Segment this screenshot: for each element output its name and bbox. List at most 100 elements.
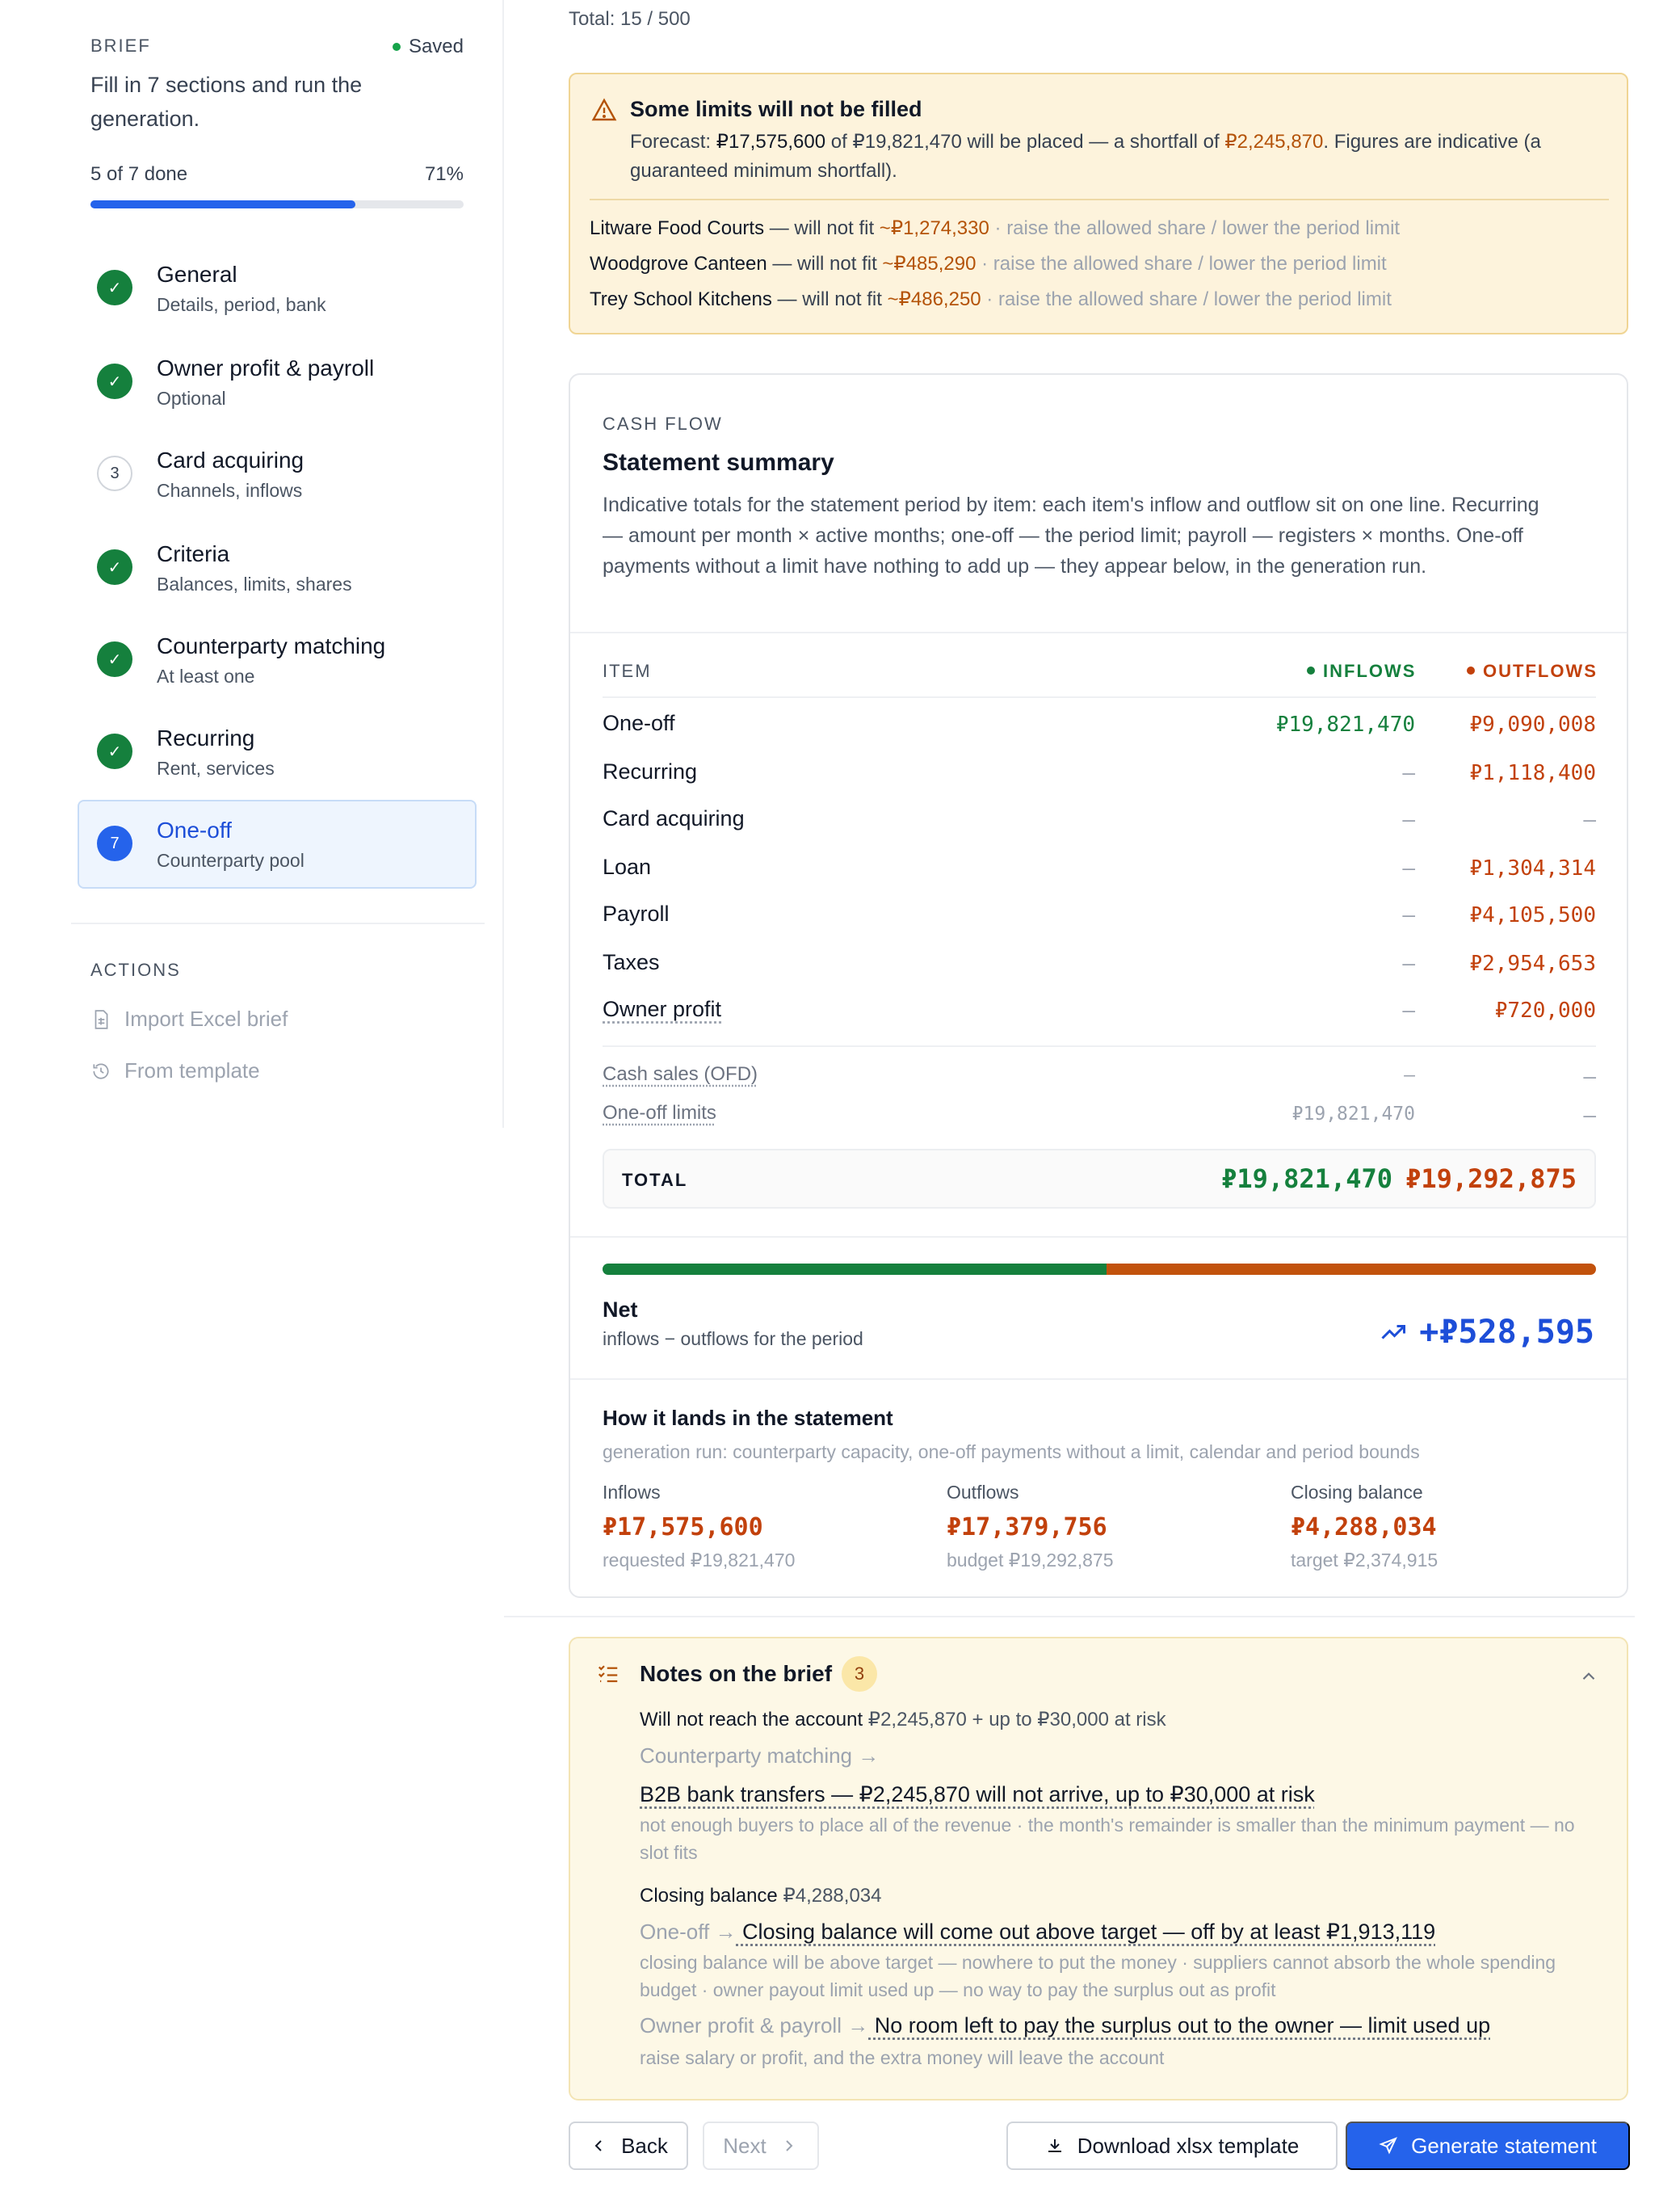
row-outflow: — xyxy=(1583,1065,1596,1089)
import-excel-label: Import Excel brief xyxy=(124,1007,288,1031)
warning-row: Woodgrove Canteen — will not fit ~₽485,2… xyxy=(590,252,1387,275)
note-main-text: One-off → Closing balance will come out … xyxy=(640,1920,1435,1945)
note-heading-label: Closing balance xyxy=(640,1885,778,1907)
total-label: TOTAL xyxy=(622,1170,688,1190)
warning-row-hint: · raise the allowed share / lower the pe… xyxy=(981,288,1392,310)
divider xyxy=(603,1045,1596,1047)
table-row: Taxes — ₽2,954,653 xyxy=(603,950,1596,982)
total-outflows: ₽19,292,875 xyxy=(1405,1163,1577,1194)
warning-row: Litware Food Courts — will not fit ~₽1,2… xyxy=(590,217,1400,240)
row-outflow: ₽1,304,314 xyxy=(1469,856,1596,881)
next-button[interactable]: Next xyxy=(703,2122,819,2170)
row-item: Owner profit xyxy=(603,997,722,1021)
net-subtitle: inflows − outflows for the period xyxy=(603,1328,863,1349)
row-inflow: ₽19,821,470 xyxy=(1275,713,1415,737)
step-card-acquiring[interactable]: 3 Card acquiring Channels, inflows xyxy=(78,430,477,519)
step-recurring[interactable]: ✓ Recurring Rent, services xyxy=(78,708,477,797)
brief-description: Fill in 7 sections and run the generatio… xyxy=(90,73,363,131)
row-inflow: ₽19,821,470 xyxy=(1292,1104,1415,1125)
table-row: One-off ₽19,821,470 ₽9,090,008 xyxy=(603,711,1596,743)
progress-bar-fill xyxy=(90,200,356,208)
step-one-off[interactable]: 7 One-off Counterparty pool xyxy=(78,800,477,889)
divider xyxy=(603,696,1596,698)
sidebar-divider xyxy=(71,923,485,924)
history-icon xyxy=(93,1062,109,1079)
row-inflow: — xyxy=(1404,1065,1415,1086)
progress-bar xyxy=(90,200,464,208)
generate-statement-button[interactable]: Generate statement xyxy=(1346,2122,1630,2170)
lands-sub: budget ₽19,292,875 xyxy=(947,1550,1114,1571)
lands-sub: target ₽2,374,915 xyxy=(1291,1550,1438,1571)
notes-count-badge: 3 xyxy=(842,1656,877,1692)
one-off-link[interactable]: One-off → xyxy=(640,1920,736,1944)
step-counterparty-matching[interactable]: ✓ Counterparty matching At least one xyxy=(78,616,477,704)
net-amount: +₽528,595 xyxy=(1419,1314,1594,1351)
counterparty-name: Woodgrove Canteen xyxy=(590,253,767,275)
step-general[interactable]: ✓ General Details, period, bank xyxy=(78,244,477,333)
owner-profit-payroll-link[interactable]: Owner profit & payroll → xyxy=(640,2013,868,2038)
warning-divider xyxy=(590,199,1609,200)
check-icon: ✓ xyxy=(97,270,132,305)
counterparty-name: Litware Food Courts xyxy=(590,217,765,239)
download-label: Download xlsx template xyxy=(1077,2133,1300,2158)
download-template-button[interactable]: Download xlsx template xyxy=(1006,2122,1338,2170)
brief-label: BRIEF xyxy=(90,36,151,56)
step-number: 3 xyxy=(97,456,132,491)
col-outflows-label: OUTFLOWS xyxy=(1483,661,1598,681)
row-outflow: ₽9,090,008 xyxy=(1469,713,1596,737)
check-icon: ✓ xyxy=(97,549,132,585)
check-icon: ✓ xyxy=(97,364,132,399)
warning-text: Forecast: ₽17,575,600 of ₽19,821,470 wil… xyxy=(630,128,1599,186)
lands-head: Inflows xyxy=(603,1482,661,1503)
note-main-text: B2B bank transfers — ₽2,245,870 will not… xyxy=(640,1782,1315,1807)
lands-value: ₽17,575,600 xyxy=(603,1513,763,1541)
row-item: One-off xyxy=(603,711,675,735)
chevron-right-icon xyxy=(786,2140,793,2151)
summary-description: Indicative totals for the statement peri… xyxy=(603,494,1539,578)
counterparty-matching-link[interactable]: Counterparty matching → xyxy=(640,1743,879,1768)
notes-panel: Notes on the brief 3 Will not reach the … xyxy=(569,1637,1628,2101)
lands-inflows: Inflows ₽17,575,600 requested ₽19,821,47… xyxy=(603,1482,926,1571)
row-item: Cash sales (OFD) xyxy=(603,1063,758,1085)
lands-closing-balance: Closing balance ₽4,288,034 target ₽2,374… xyxy=(1291,1482,1614,1571)
step-owner-profit-payroll[interactable]: ✓ Owner profit & payroll Optional xyxy=(78,338,477,427)
table-row: Loan — ₽1,304,314 xyxy=(603,855,1596,887)
row-outflow: ₽720,000 xyxy=(1494,999,1596,1023)
row-item: Loan xyxy=(603,855,652,879)
net-bar-inflows xyxy=(603,1264,1107,1275)
import-excel-button[interactable]: Import Excel brief xyxy=(90,1007,288,1032)
note-heading: Closing balance ₽4,288,034 xyxy=(640,1884,882,1907)
saved-dot-icon xyxy=(392,43,401,51)
back-button[interactable]: Back xyxy=(569,2122,688,2170)
note-heading: Will not reach the account ₽2,245,870 + … xyxy=(640,1708,1166,1731)
note-main-text-value: Closing balance will come out above targ… xyxy=(736,1920,1436,1944)
table-row: Payroll — ₽4,105,500 xyxy=(603,902,1596,934)
table-row: Recurring — ₽1,118,400 xyxy=(603,759,1596,792)
row-inflow: — xyxy=(1402,808,1415,832)
outflow-dot-icon xyxy=(1467,667,1475,675)
warning-row-text: — will not fit xyxy=(771,288,888,310)
list-checks-icon xyxy=(598,1665,618,1683)
section-divider xyxy=(504,1616,1635,1617)
note-heading-value: ₽4,288,034 xyxy=(777,1885,882,1907)
step-title: Criteria xyxy=(157,541,230,566)
total-counter: Total: 15 / 500 xyxy=(569,8,691,30)
back-label: Back xyxy=(621,2133,668,2158)
actions-label: ACTIONS xyxy=(90,960,181,980)
step-title: Counterparty matching xyxy=(157,633,386,658)
col-inflows-label: INFLOWS xyxy=(1323,661,1417,681)
forecast-placed: ₽17,575,600 xyxy=(716,131,826,153)
from-template-button[interactable]: From template xyxy=(90,1058,260,1083)
cash-flow-label: CASH FLOW xyxy=(603,414,723,434)
step-number: 7 xyxy=(97,826,132,861)
progress-text: 5 of 7 done xyxy=(90,163,188,185)
warning-row-text: — will not fit xyxy=(766,253,883,275)
lands-outflows: Outflows ₽17,379,756 budget ₽19,292,875 xyxy=(947,1482,1270,1571)
note-detail: not enough buyers to place all of the re… xyxy=(640,1815,1575,1863)
send-icon xyxy=(1379,2137,1398,2155)
row-inflow: — xyxy=(1402,952,1415,976)
step-criteria[interactable]: ✓ Criteria Balances, limits, shares xyxy=(78,524,477,612)
chevron-up-icon[interactable] xyxy=(1578,1666,1599,1687)
divider xyxy=(570,1236,1627,1238)
shortfall-amount: ₽2,245,870 xyxy=(1224,131,1324,153)
